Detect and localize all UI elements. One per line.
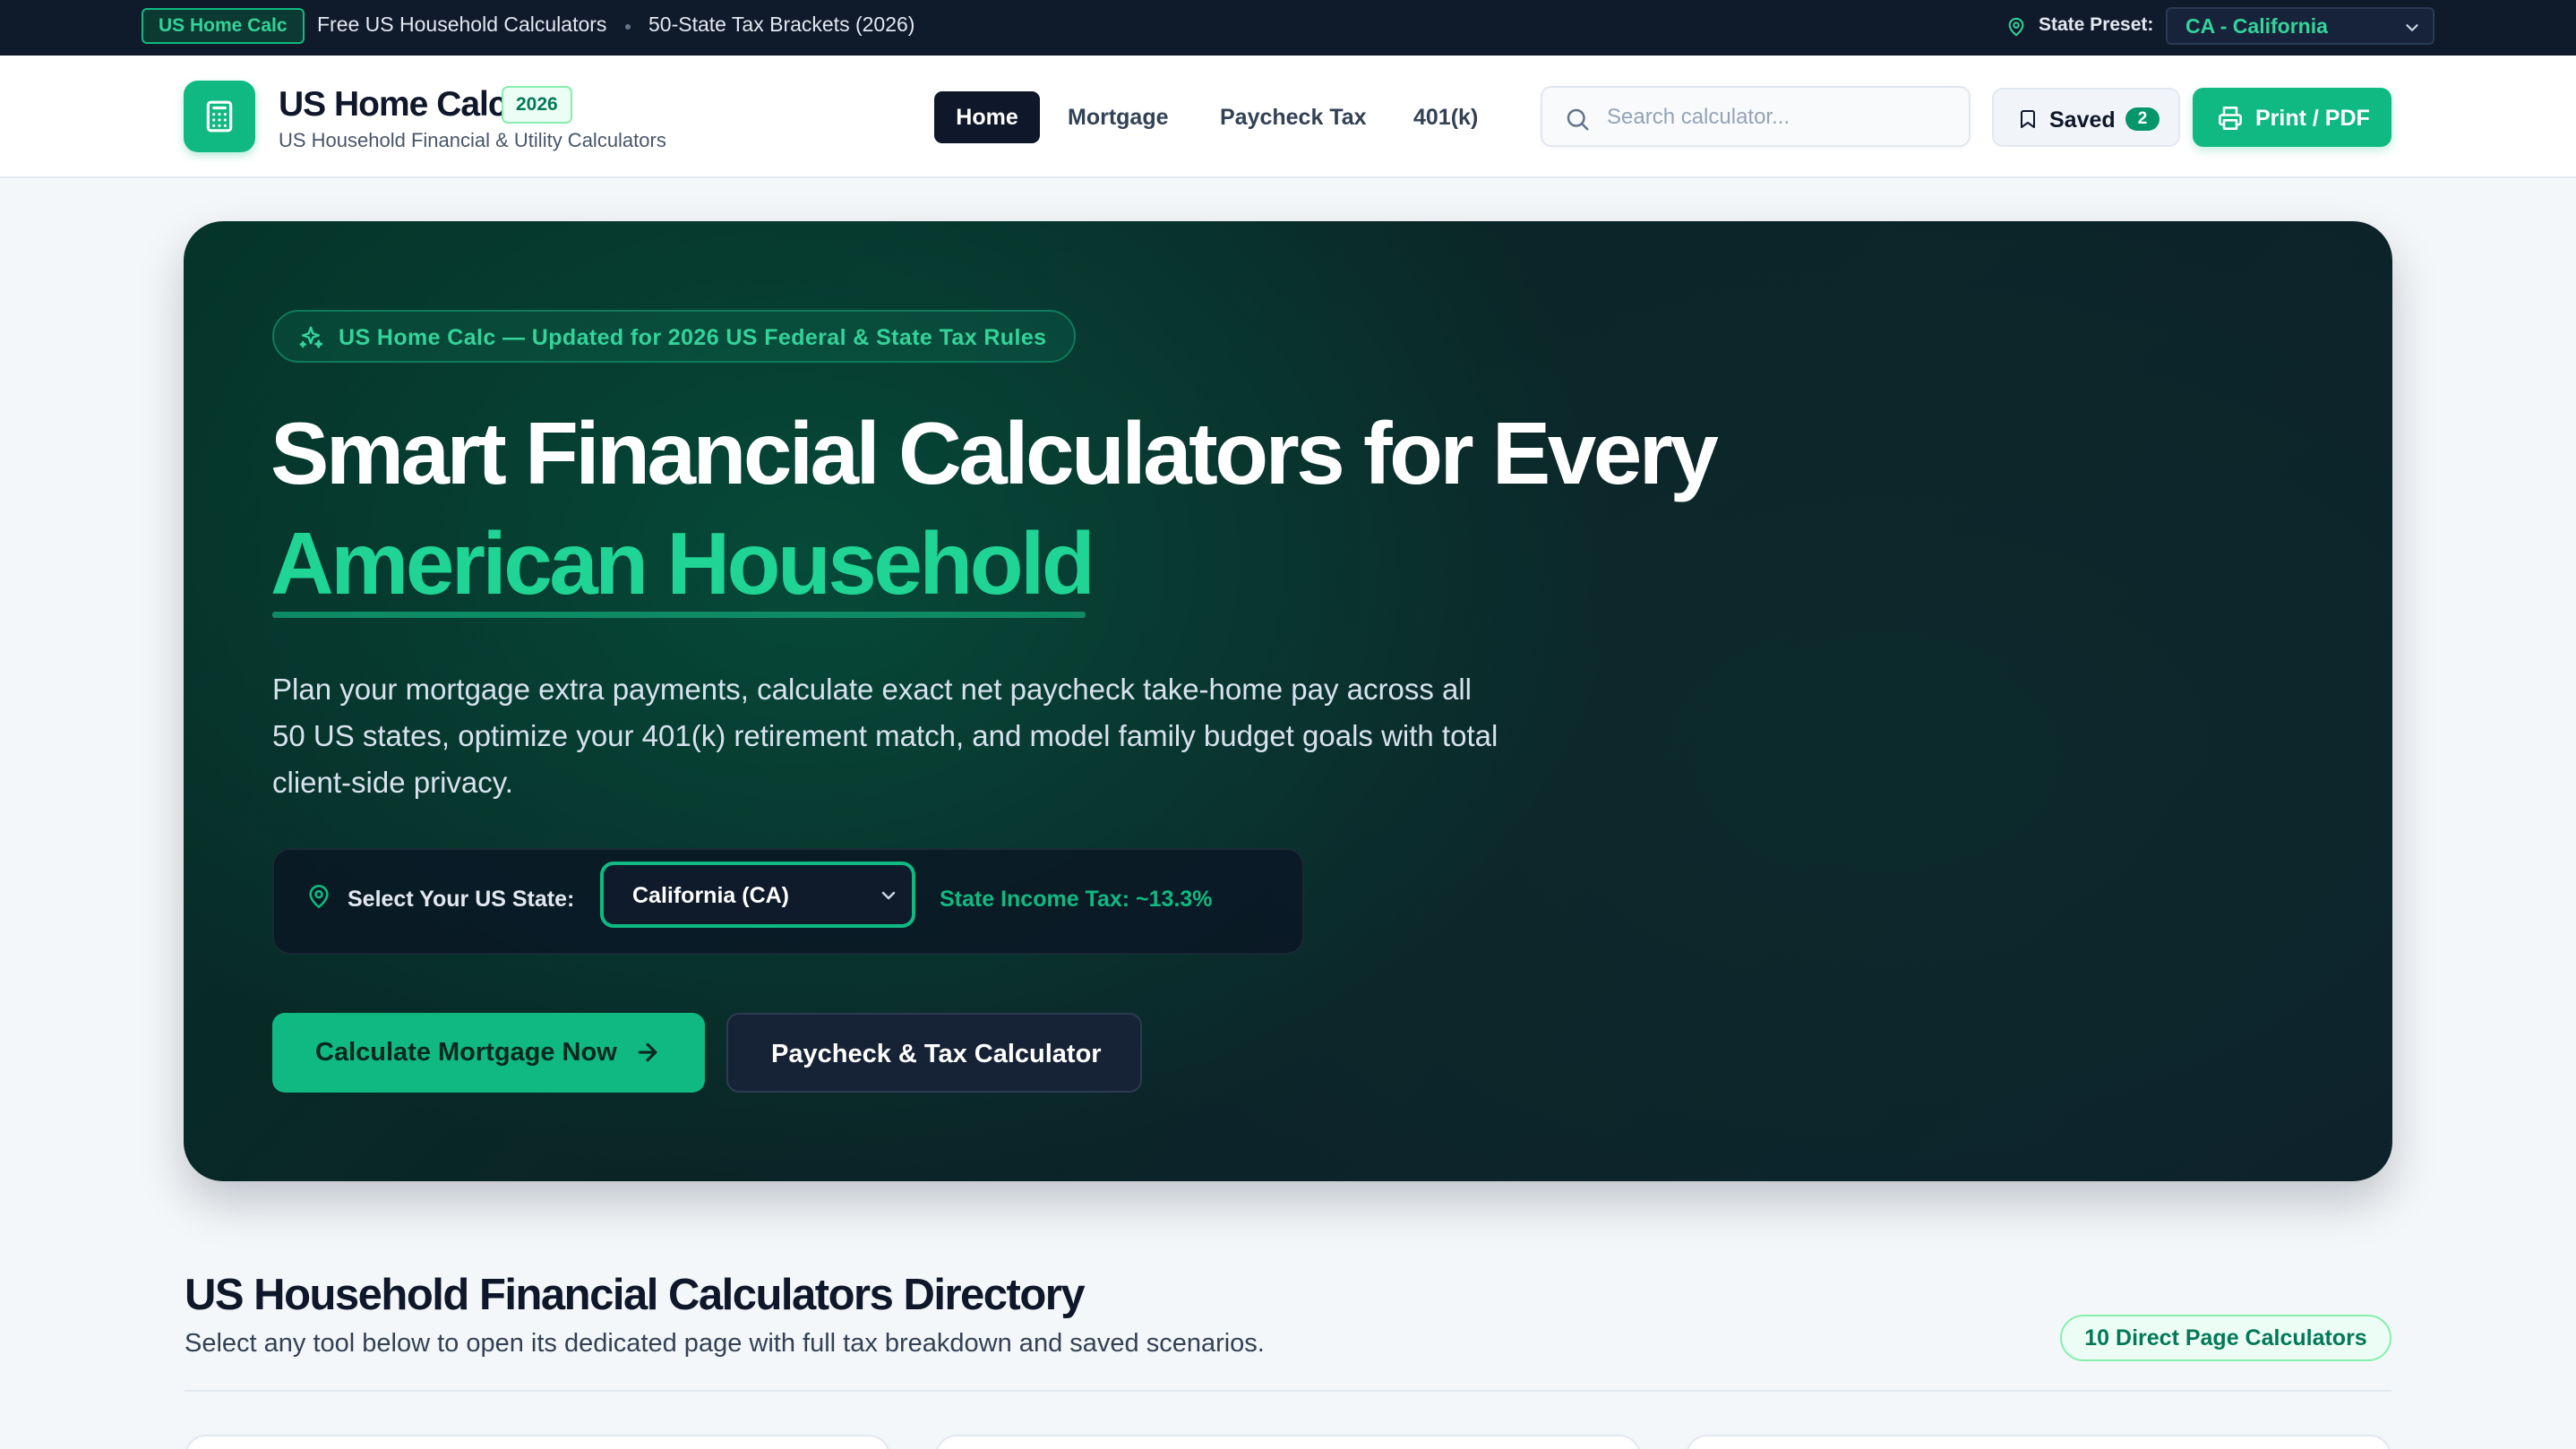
paycheck-tax-label: Paycheck & Tax Calculator bbox=[771, 1040, 1102, 1068]
update-pill-text: US Home Calc — Updated for 2026 US Feder… bbox=[339, 325, 1047, 350]
sparkles-icon bbox=[297, 324, 324, 356]
state-preset-select[interactable]: CA - California bbox=[2166, 7, 2434, 45]
print-pdf-label: Print / PDF bbox=[2255, 106, 2370, 131]
directory-subtitle: Select any tool below to open its dedica… bbox=[185, 1329, 1265, 1358]
state-selector-panel: Select Your US State: California (CA) St… bbox=[272, 848, 1304, 955]
map-pin-icon bbox=[306, 883, 331, 914]
hero-title-line2: American Household bbox=[270, 514, 1095, 613]
topbar-link-calculators[interactable]: Free US Household Calculators bbox=[317, 13, 606, 37]
hero-title-underline bbox=[272, 612, 1086, 618]
state-preset-label: State Preset: bbox=[2039, 14, 2154, 35]
print-pdf-button[interactable]: Print / PDF bbox=[2193, 88, 2391, 147]
search-box bbox=[1541, 86, 1971, 147]
saved-count-badge: 2 bbox=[2125, 107, 2160, 131]
paycheck-tax-button[interactable]: Paycheck & Tax Calculator bbox=[726, 1013, 1142, 1093]
nav-401k[interactable]: 401(k) bbox=[1413, 105, 1478, 131]
nav-home[interactable]: Home bbox=[934, 91, 1040, 143]
nav-paycheck-tax[interactable]: Paycheck Tax bbox=[1220, 105, 1367, 131]
hero-section: US Home Calc — Updated for 2026 US Feder… bbox=[184, 221, 2392, 1181]
directory-title: US Household Financial Calculators Direc… bbox=[185, 1271, 1086, 1319]
calculator-card[interactable] bbox=[1686, 1435, 2391, 1449]
chevron-down-icon bbox=[2402, 18, 2422, 43]
nav-mortgage[interactable]: Mortgage bbox=[1068, 105, 1169, 131]
hero-title-line1: Smart Financial Calculators for Every bbox=[270, 404, 1719, 502]
brand-subtitle: US Household Financial & Utility Calcula… bbox=[279, 129, 666, 151]
bookmark-icon bbox=[2017, 107, 2039, 135]
map-pin-icon bbox=[2006, 16, 2026, 42]
state-select-value: California (CA) bbox=[632, 883, 789, 908]
chevron-down-icon bbox=[878, 885, 899, 911]
state-income-tax: State Income Tax: ~13.3% bbox=[940, 887, 1213, 912]
brand-name[interactable]: US Home Calc bbox=[279, 85, 508, 124]
search-input[interactable] bbox=[1607, 100, 1947, 134]
state-select-label: Select Your US State: bbox=[348, 887, 575, 912]
printer-icon bbox=[2218, 106, 2243, 135]
top-bar: US Home Calc Free US Household Calculato… bbox=[0, 0, 2576, 56]
arrow-right-icon bbox=[634, 1039, 661, 1070]
directory-divider bbox=[185, 1390, 2391, 1392]
saved-label: Saved bbox=[2049, 107, 2116, 133]
topbar-link-tax-brackets[interactable]: 50-State Tax Brackets (2026) bbox=[648, 13, 914, 37]
calculate-mortgage-label: Calculate Mortgage Now bbox=[315, 1038, 617, 1067]
calculator-card[interactable] bbox=[185, 1435, 890, 1449]
saved-button[interactable]: Saved 2 bbox=[1992, 88, 2180, 147]
calculator-icon[interactable] bbox=[184, 81, 255, 152]
topbar-separator-dot bbox=[625, 24, 631, 30]
topbar-brand-badge[interactable]: US Home Calc bbox=[142, 8, 305, 44]
hero-description: Plan your mortgage extra payments, calcu… bbox=[272, 673, 1498, 799]
update-pill: US Home Calc — Updated for 2026 US Feder… bbox=[272, 310, 1076, 363]
year-badge: 2026 bbox=[502, 86, 572, 124]
calculator-count-badge: 10 Direct Page Calculators bbox=[2060, 1315, 2391, 1361]
state-preset-value: CA - California bbox=[2185, 13, 2328, 38]
search-icon bbox=[1564, 106, 1591, 137]
calculate-mortgage-button[interactable]: Calculate Mortgage Now bbox=[272, 1013, 705, 1093]
state-select[interactable]: California (CA) bbox=[600, 862, 915, 928]
site-header: US Home Calc 2026 US Household Financial… bbox=[0, 56, 2576, 178]
calculator-card[interactable] bbox=[935, 1435, 1641, 1449]
